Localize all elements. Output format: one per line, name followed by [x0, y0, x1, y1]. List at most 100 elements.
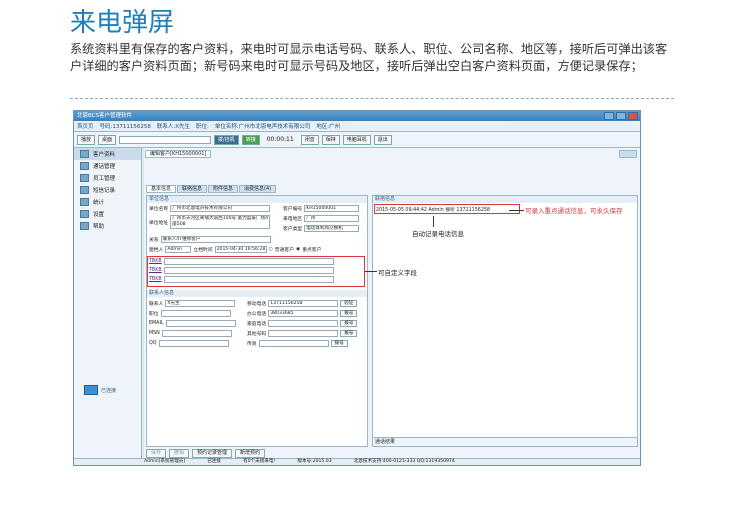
maximize-icon[interactable] [616, 112, 626, 120]
home-label: 家庭电话 [247, 322, 267, 327]
dial-fax-button[interactable]: 拨号 [330, 340, 348, 347]
radio-normal[interactable]: ○ [269, 247, 273, 252]
toolbar: 播放 桌面 拨/挂机 转接 00:00:11 闭音 保持 电脑耳机 退出 [74, 132, 640, 148]
relation-field[interactable]: 联系人/IT维修客户 [160, 236, 271, 243]
calls-icon [80, 162, 89, 170]
status-bar: Admin[系统管理员] 已连接 有0个未接来电! 版本号:2015.03 北恩… [74, 458, 640, 465]
headset-button[interactable]: 电脑耳机 [342, 134, 371, 145]
qq-field[interactable] [158, 340, 229, 347]
subtabs: 基本信息 联络信息 附件信息 消费信息(4) [146, 185, 277, 193]
address-field[interactable]: 广州市天河区黄埔大道西100号 富力盈泰广场A座508 [170, 215, 271, 229]
basic-info-panel: 单位信息 单位名称 广州市北恩电声技术有限公司 客户编号 KH15000001 单位… [146, 195, 368, 447]
hold-button[interactable]: 保持 [321, 134, 340, 145]
stats-icon [80, 198, 89, 206]
email-field[interactable] [165, 320, 236, 327]
main-area: 编辑客户[KH15000001] 基本信息 联络信息 附件信息 消费信息(4) … [144, 148, 640, 465]
tab-contact[interactable]: 联络信息 [177, 185, 208, 193]
office-field[interactable]: 38033685 [268, 310, 339, 317]
fax-label: 传真 [247, 342, 257, 347]
sidebar-item-calls[interactable]: 通话管理 [74, 160, 141, 172]
tab-attachment[interactable]: 附件信息 [208, 185, 239, 193]
cust-no-label: 客户编号 [283, 207, 303, 212]
region-label: 来电地区 [283, 217, 303, 222]
contact-name-label: 联系人 [149, 302, 164, 307]
log-entry[interactable]: 2015-05-05 09:44:42 Admin 接听 13711156258 [376, 206, 490, 213]
tab-edit-customer[interactable]: 编辑客户[KH15000001] [145, 150, 212, 158]
company-field[interactable]: 广州市北恩电声技术有限公司 [170, 205, 271, 212]
new-appointment-button[interactable]: 新增预约 [235, 449, 266, 458]
dial-other-button[interactable]: 拨号 [340, 330, 358, 337]
creator-field[interactable]: Admin [165, 246, 192, 253]
close-icon[interactable] [628, 112, 638, 120]
type-field[interactable]: 电话耳机和交换机 [304, 225, 360, 232]
arrow-auto-record [433, 216, 434, 227]
dial-hangup-button[interactable]: 拨/挂机 [214, 134, 239, 145]
position-field[interactable] [160, 310, 231, 317]
sidebar-item-staff[interactable]: 员工管理 [74, 172, 141, 184]
sidebar-item-sms[interactable]: 短信记录 [74, 184, 141, 196]
other-label: 其他号码 [247, 332, 267, 337]
sidebar-item-label: 客户资料 [93, 152, 116, 158]
company-label: 单位名称 [149, 207, 169, 212]
fax-field[interactable] [258, 340, 329, 347]
status-conn: 已连接 [207, 459, 221, 464]
status-pending: 有0个未接来电! [243, 459, 276, 464]
homepage-label[interactable]: 首页页 [77, 122, 94, 130]
call-result-bar[interactable]: 通话结果 [373, 437, 637, 446]
sidebar-item-customers[interactable]: 客户资料 [74, 148, 141, 160]
verify-button[interactable]: 验证 [340, 300, 358, 307]
undo-button[interactable]: 撤销 [169, 449, 190, 458]
other-field[interactable] [268, 330, 339, 337]
msn-label: MSN [149, 331, 160, 336]
app-window: 北恩BCS客户管理软件 首页页 号码:13711156258 联系人:X先生 职… [73, 110, 641, 466]
tab-consumption[interactable]: 消费信息(4) [239, 185, 277, 193]
page-title: 来电弹屏 [70, 8, 175, 38]
connection-status: 已连接 [84, 385, 116, 395]
sidebar-item-stats[interactable]: 统计 [74, 196, 141, 208]
customers-icon [80, 150, 89, 158]
sidebar: 客户资料 通话管理 员工管理 短信记录 统计 设置 帮助 已连接 [74, 148, 142, 465]
caller-region: 地区:广州 [316, 124, 341, 130]
dial-home-button[interactable]: 拨号 [340, 320, 358, 327]
mobile-field[interactable]: 13711156258 [268, 300, 339, 307]
time-field[interactable]: 2015-04-30 16:56:28 [214, 246, 267, 253]
cust-no-field[interactable]: KH15000001 [304, 205, 360, 212]
bottom-buttons: 保存 撤销 预约记录管理 新增预约 [146, 449, 266, 458]
call-timer: 00:00:11 [266, 136, 294, 143]
help-icon [80, 222, 89, 230]
relation-label: 关系 [149, 238, 159, 243]
mute-button[interactable]: 闭音 [300, 134, 319, 145]
status-support: 北恩技术支持:400-0121-333 QQ:1319350974 [353, 459, 455, 464]
sidebar-item-settings[interactable]: 设置 [74, 208, 141, 220]
contact-name-field[interactable]: X先生 [165, 300, 236, 307]
minimize-icon[interactable] [604, 112, 614, 120]
exit-button[interactable]: 退出 [373, 134, 392, 145]
sidebar-item-label: 员工管理 [93, 176, 116, 182]
sidebar-item-label: 帮助 [93, 224, 105, 230]
caller-company: 单位名称:广州市北恩电声技术有限公司 [214, 124, 311, 130]
appointment-manage-button[interactable]: 预约记录管理 [192, 449, 233, 458]
region-field[interactable]: 广州 [304, 215, 360, 222]
address-label: 单位地址 [149, 220, 169, 226]
desktop-combo[interactable]: 桌面 [98, 134, 117, 145]
radio-key[interactable]: ◉ [296, 247, 300, 252]
status-user: Admin[系统管理员] [144, 459, 186, 464]
play-checkbox[interactable]: 播放 [77, 134, 96, 145]
transfer-button[interactable]: 转接 [241, 134, 260, 145]
sidebar-item-help[interactable]: 帮助 [74, 220, 141, 232]
page-description: 系统资料里有保存的客户资料，来电时可显示电话号码、联系人、职位、公司名称、地区等… [70, 42, 668, 73]
qq-label: QQ [149, 341, 157, 346]
save-button[interactable]: 保存 [146, 449, 167, 458]
sms-icon [80, 186, 89, 194]
msn-field[interactable] [161, 330, 232, 337]
section-contact: 联系人信息 [147, 290, 367, 297]
tab-basic[interactable]: 基本信息 [146, 185, 177, 193]
sidebar-item-label: 短信记录 [93, 188, 116, 194]
dial-office-button[interactable]: 拨号 [340, 310, 358, 317]
home-field[interactable] [268, 320, 339, 327]
window-controls [604, 112, 638, 120]
caller-contact: 联系人:X先生 [156, 124, 190, 130]
line-combo[interactable] [119, 135, 212, 144]
tab-close-icon[interactable] [619, 150, 637, 158]
divider [70, 98, 674, 99]
